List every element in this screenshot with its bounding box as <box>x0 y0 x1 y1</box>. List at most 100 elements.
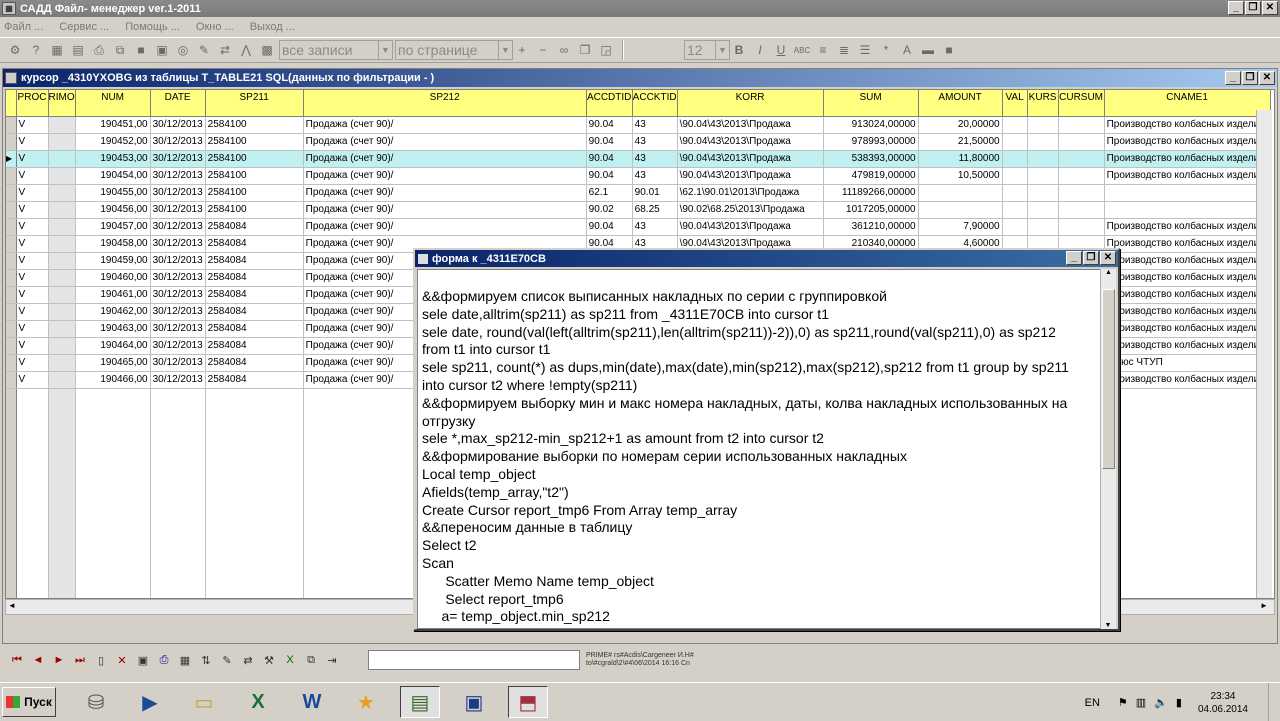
table-cell[interactable] <box>1058 150 1105 168</box>
table-cell[interactable]: 2584084 <box>205 371 304 389</box>
table-cell[interactable] <box>48 235 76 253</box>
fill-color-icon[interactable]: ▬ <box>919 41 937 59</box>
settings-icon[interactable]: ⚙ <box>6 41 24 59</box>
column-header[interactable]: PROC <box>16 90 49 117</box>
table-view-icon[interactable]: ▦ <box>176 651 194 669</box>
row-indicator[interactable] <box>6 133 17 151</box>
underline-icon[interactable]: U <box>772 41 790 59</box>
table-cell[interactable] <box>1058 218 1105 236</box>
table-row[interactable]: V 190457,00 30/12/2013 2584084 Продажа (счет… <box>6 218 1271 236</box>
table-cell[interactable]: V <box>16 184 49 202</box>
table-cell[interactable] <box>48 116 76 134</box>
table-cell[interactable]: 30/12/2013 <box>150 235 206 253</box>
menu-service[interactable]: Сервис ... <box>59 21 109 33</box>
next-record-icon[interactable]: ► <box>50 651 68 669</box>
record-filter-select[interactable]: все записи ▼ <box>279 40 393 60</box>
strikethrough-icon[interactable]: ABC <box>793 41 811 59</box>
table-cell[interactable] <box>1058 184 1105 202</box>
table-cell[interactable]: 190466,00 <box>75 371 151 389</box>
table-cell[interactable]: V <box>16 218 49 236</box>
column-header[interactable]: ACCKTID <box>632 90 678 117</box>
table-cell[interactable]: 11189266,00000 <box>823 184 919 202</box>
table-cell[interactable]: V <box>16 150 49 168</box>
table-cell[interactable] <box>48 201 76 219</box>
column-header[interactable]: KORR <box>677 90 824 117</box>
table-cell[interactable]: 978993,00000 <box>823 133 919 151</box>
table-cell[interactable]: 43 <box>632 133 678 151</box>
table-cell[interactable]: \90.04\43\2013\Продажа <box>677 133 824 151</box>
bold-icon[interactable]: B <box>730 41 748 59</box>
table-cell[interactable]: 190455,00 <box>75 184 151 202</box>
table-cell[interactable]: 190458,00 <box>75 235 151 253</box>
table-row[interactable]: V 190455,00 30/12/2013 2584100 Продажа (счет… <box>6 184 1271 202</box>
powershell-task-icon[interactable]: ▶ <box>130 686 170 718</box>
table-cell[interactable]: 90.02 <box>586 201 633 219</box>
row-indicator[interactable] <box>6 201 17 219</box>
excel-export-icon[interactable]: X <box>281 651 299 669</box>
last-record-icon[interactable]: ⏭ <box>71 651 89 669</box>
table-cell[interactable]: 190454,00 <box>75 167 151 185</box>
font-color-icon[interactable]: A <box>898 41 916 59</box>
table-cell[interactable]: V <box>16 252 49 270</box>
column-header[interactable]: SUM <box>823 90 919 117</box>
transfer-icon[interactable]: ⇄ <box>216 41 234 59</box>
table-cell[interactable]: 2584100 <box>205 167 304 185</box>
table-cell[interactable]: 2584100 <box>205 133 304 151</box>
scroll-down-icon[interactable]: ▼ <box>1101 622 1115 629</box>
table-cell[interactable]: V <box>16 303 49 321</box>
row-indicator[interactable] <box>6 116 17 134</box>
print-preview-icon[interactable]: ⎙ <box>155 651 173 669</box>
table-cell[interactable]: Производство колбасных изделий <box>1104 371 1271 389</box>
table-cell[interactable]: V <box>16 354 49 372</box>
scroll-right-icon[interactable]: ► <box>1260 601 1272 613</box>
form-maximize-button[interactable]: ❐ <box>1083 251 1099 265</box>
table-cell[interactable]: 2584084 <box>205 218 304 236</box>
table-cell[interactable]: 538393,00000 <box>823 150 919 168</box>
table-cell[interactable]: 10,50000 <box>918 167 1003 185</box>
restore-button[interactable]: ❐ <box>1245 1 1261 15</box>
row-indicator[interactable] <box>6 303 17 321</box>
table-cell[interactable]: 190456,00 <box>75 201 151 219</box>
scroll-up-icon[interactable]: ▲ <box>1101 269 1116 276</box>
remove-icon[interactable]: − <box>534 41 552 59</box>
table-cell[interactable] <box>48 337 76 355</box>
table-cell[interactable] <box>1002 133 1028 151</box>
table-cell[interactable]: 190457,00 <box>75 218 151 236</box>
table-cell[interactable]: 21,50000 <box>918 133 1003 151</box>
table-cell[interactable] <box>1002 218 1028 236</box>
table-cell[interactable] <box>1027 167 1059 185</box>
table-cell[interactable] <box>1058 201 1105 219</box>
table-cell[interactable] <box>48 371 76 389</box>
table-cell[interactable]: 43 <box>632 150 678 168</box>
table-cell[interactable] <box>48 218 76 236</box>
table-cell[interactable]: 913024,00000 <box>823 116 919 134</box>
table-cell[interactable]: 361210,00000 <box>823 218 919 236</box>
table-cell[interactable] <box>48 150 76 168</box>
table-cell[interactable]: Продажа (счет 90)/ <box>303 133 587 151</box>
table-cell[interactable]: -плюс ЧТУП <box>1104 354 1271 372</box>
table-cell[interactable]: 7,90000 <box>918 218 1003 236</box>
table-cell[interactable]: 30/12/2013 <box>150 337 206 355</box>
table-cell[interactable]: 90.04 <box>586 133 633 151</box>
code-editor[interactable]: &&формируем список выписанных накладных … <box>417 269 1101 629</box>
chevron-down-icon[interactable]: ▼ <box>378 41 392 59</box>
table-cell[interactable]: Производство колбасных изделий <box>1104 320 1271 338</box>
show-desktop-button[interactable] <box>1268 683 1280 721</box>
save-disk-task-icon[interactable]: ▣ <box>454 686 494 718</box>
table-cell[interactable] <box>48 252 76 270</box>
table-cell[interactable] <box>1027 116 1059 134</box>
table-cell[interactable]: Производство колбасных изделий <box>1104 252 1271 270</box>
row-indicator[interactable] <box>6 269 17 287</box>
table-cell[interactable] <box>1104 184 1271 202</box>
table-cell[interactable]: \90.04\43\2013\Продажа <box>677 150 824 168</box>
row-indicator[interactable] <box>6 252 17 270</box>
edit-record-icon[interactable]: ✎ <box>218 651 236 669</box>
table-cell[interactable]: V <box>16 371 49 389</box>
row-indicator[interactable] <box>6 286 17 304</box>
table-cell[interactable] <box>48 184 76 202</box>
link-record-icon[interactable]: ⧉ <box>302 651 320 669</box>
table-cell[interactable]: Производство колбасных изделий <box>1104 235 1271 253</box>
table-cell[interactable]: Производство колбасных изделий <box>1104 337 1271 355</box>
table-cell[interactable]: 90.04 <box>586 218 633 236</box>
table-cell[interactable]: 190464,00 <box>75 337 151 355</box>
